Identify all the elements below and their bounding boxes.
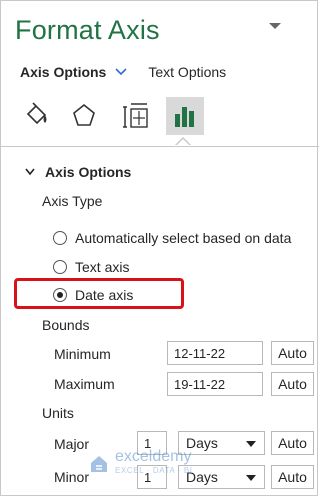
format-axis-pane: Format Axis Axis Options Text Options Ax… [0,0,319,496]
pane-title: Format Axis [15,15,160,45]
radio-automatic[interactable]: Automatically select based on data [53,230,291,246]
radio-button[interactable] [53,260,67,274]
exceldemy-logo-icon [91,456,107,472]
dropdown-arrow-icon [246,475,256,481]
tab-axis-options[interactable]: Axis Options [20,64,106,80]
effects-icon[interactable] [65,97,103,135]
section-axis-options[interactable]: Axis Options [25,164,131,180]
axis-options-chart-icon[interactable] [166,97,204,135]
pane-options-dropdown-icon[interactable] [269,23,281,29]
axis-type-label: Axis Type [42,193,103,209]
major-label: Major [54,436,90,452]
minor-unit-select[interactable]: Days [178,465,265,489]
minor-auto-button[interactable]: Auto [271,465,314,489]
size-properties-icon[interactable] [117,97,155,135]
category-icon-bar [1,97,319,137]
options-tabs: Axis Options Text Options [20,64,226,80]
radio-text-axis[interactable]: Text axis [53,259,129,275]
minor-input[interactable]: 1 [137,465,167,489]
minor-label: Minor [54,469,90,485]
major-input[interactable]: 1 [137,431,167,455]
units-label: Units [42,405,74,421]
minimum-auto-button[interactable]: Auto [271,341,314,365]
divider [1,146,319,147]
major-auto-button[interactable]: Auto [271,431,314,455]
chevron-down-icon[interactable] [114,67,128,77]
minimum-input[interactable]: 12-11-22 [167,341,263,365]
tab-text-options[interactable]: Text Options [148,64,226,80]
annotation-highlight-box [14,278,184,309]
selection-pointer-fill [176,139,190,146]
collapse-chevron-icon[interactable] [25,168,35,176]
radio-label: Automatically select based on data [75,230,292,246]
section-label: Axis Options [45,164,132,180]
major-unit-value: Days [186,435,218,451]
minimum-label: Minimum [54,346,111,362]
dropdown-arrow-icon [246,441,256,447]
radio-button[interactable] [53,231,67,245]
minor-unit-value: Days [186,469,218,485]
maximum-label: Maximum [54,376,115,392]
bounds-label: Bounds [42,317,90,333]
fill-line-icon[interactable] [17,97,55,135]
radio-label: Text axis [75,259,130,275]
major-unit-select[interactable]: Days [178,431,265,455]
maximum-auto-button[interactable]: Auto [271,372,314,396]
maximum-input[interactable]: 19-11-22 [167,372,263,396]
